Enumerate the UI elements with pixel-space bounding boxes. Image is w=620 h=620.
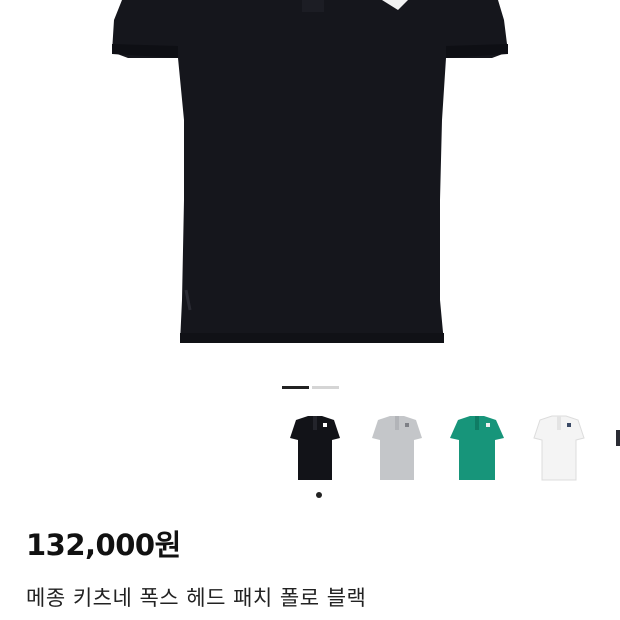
image-pager: [282, 386, 339, 389]
polo-green-thumbnail: [450, 416, 504, 480]
color-swatch-list: [270, 410, 620, 500]
polo-black-thumbnail: [290, 416, 340, 480]
product-name: 메종 키츠네 폭스 헤드 패치 폴로 블랙: [26, 586, 367, 610]
polo-more-thumbnail: [616, 430, 620, 446]
polo-shirt-image: [112, 0, 508, 343]
left-sleeve-cuff: [112, 44, 178, 58]
right-sleeve-cuff: [446, 44, 508, 58]
selected-dot: [316, 492, 322, 498]
swatch-black[interactable]: [280, 410, 350, 498]
pager-segment-2[interactable]: [312, 386, 339, 389]
polo-grey-thumbnail: [372, 416, 422, 480]
swatch-white[interactable]: [524, 410, 594, 490]
swatch-grey[interactable]: [362, 410, 432, 490]
swatch-green[interactable]: [442, 410, 512, 490]
shirt-hem: [180, 333, 444, 343]
product-main-image[interactable]: [0, 0, 620, 370]
swatch-more[interactable]: [616, 410, 620, 490]
product-price: 132,000원: [26, 528, 181, 562]
pager-segment-1[interactable]: [282, 386, 309, 389]
shirt-placket: [302, 0, 324, 12]
polo-white-thumbnail: [533, 415, 585, 481]
